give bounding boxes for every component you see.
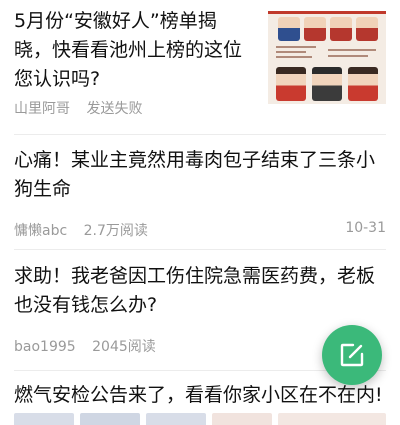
compose-button[interactable] <box>322 325 382 385</box>
author-name: 山里阿哥 <box>14 101 70 117</box>
article-title[interactable]: 5月份“安徽好人”榜单揭晓，快看看池州上榜的这位您认识吗? <box>14 7 254 94</box>
article-thumbnail[interactable] <box>268 11 386 104</box>
feed-page: 5月份“安徽好人”榜单揭晓，快看看池州上榜的这位您认识吗? 山里阿哥 发送失败 … <box>0 0 400 425</box>
article-thumbnail-strip[interactable] <box>14 413 386 425</box>
article-meta: 山里阿哥 发送失败 <box>14 98 154 118</box>
article-title[interactable]: 燃气安检公告来了，看看你家小区在不在内! <box>14 381 400 410</box>
article-meta: bao1995 2045阅读 <box>14 336 168 356</box>
feed-item[interactable]: 心痛！某业主竟然用毒肉包子结束了三条小狗生命 慵懒abc 2.7万阅读 10-3… <box>0 136 400 249</box>
compose-icon <box>340 343 364 367</box>
read-count: 2045阅读 <box>92 339 156 355</box>
author-name: 慵懒abc <box>14 223 68 239</box>
send-status: 发送失败 <box>86 101 143 117</box>
divider <box>14 134 386 135</box>
article-meta: 慵懒abc 2.7万阅读 <box>14 220 160 240</box>
author-name: bao1995 <box>14 339 76 355</box>
article-title[interactable]: 心痛！某业主竟然用毒肉包子结束了三条小狗生命 <box>14 146 386 204</box>
feed-item[interactable]: 5月份“安徽好人”榜单揭晓，快看看池州上榜的这位您认识吗? 山里阿哥 发送失败 <box>0 0 400 135</box>
read-count: 2.7万阅读 <box>83 223 148 239</box>
article-title[interactable]: 求助！我老爸因工伤住院急需医药费，老板也没有钱怎么办? <box>14 262 386 320</box>
article-date: 10-31 <box>345 220 386 236</box>
